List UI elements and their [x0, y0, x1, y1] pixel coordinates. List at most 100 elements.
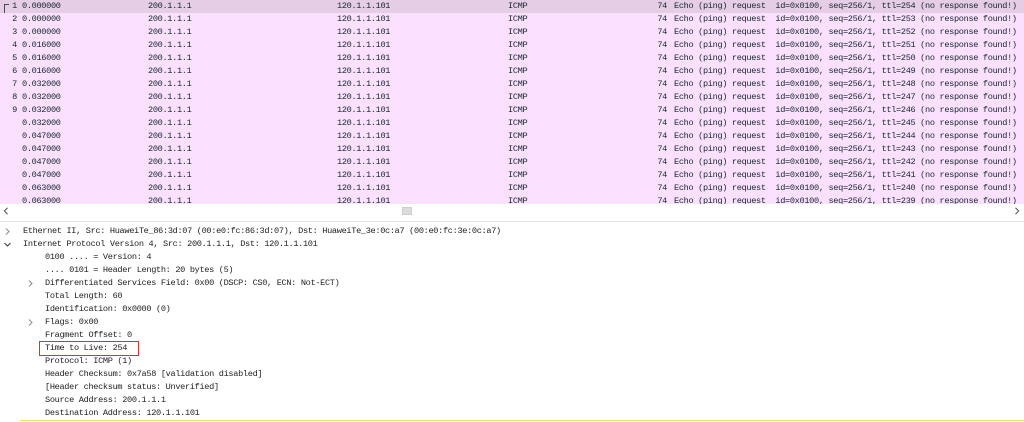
- detail-label: Internet Protocol Version 4, Src: 200.1.…: [23, 239, 318, 249]
- detail-label: Ethernet II, Src: HuaweiTe_86:3d:07 (00:…: [23, 226, 501, 236]
- packet-row[interactable]: 7 0.032000 200.1.1.1 120.1.1.101 ICMP 74…: [0, 78, 1024, 91]
- packet-row[interactable]: 8 0.032000 200.1.1.1 120.1.1.101 ICMP 74…: [0, 91, 1024, 104]
- packet-row[interactable]: 4 0.016000 200.1.1.1 120.1.1.101 ICMP 74…: [0, 39, 1024, 52]
- packet-protocol: ICMP: [508, 157, 528, 167]
- detail-item-destination-address[interactable]: Destination Address: 120.1.1.101: [0, 407, 1024, 420]
- chevron-right-icon[interactable]: [26, 279, 35, 288]
- packet-length: 74: [657, 27, 667, 37]
- packet-row[interactable]: 0.047000 200.1.1.1 120.1.1.101 ICMP 74 E…: [0, 156, 1024, 169]
- pane-splitter[interactable]: [0, 221, 1024, 222]
- packet-info: Echo (ping) request id=0x0100, seq=256/1…: [674, 40, 1017, 50]
- packet-time: 0.000000: [22, 1, 61, 11]
- packet-protocol: ICMP: [508, 144, 528, 154]
- packet-number: 1: [12, 1, 17, 11]
- packet-row[interactable]: 5 0.016000 200.1.1.1 120.1.1.101 ICMP 74…: [0, 52, 1024, 65]
- packet-destination: 120.1.1.101: [337, 131, 391, 141]
- scrollbar-thumb[interactable]: [402, 207, 412, 215]
- detail-item-dsfield[interactable]: Differentiated Services Field: 0x00 (DSC…: [0, 277, 1024, 290]
- detail-item-protocol[interactable]: Protocol: ICMP (1): [0, 355, 1024, 368]
- chevron-right-icon[interactable]: [3, 227, 12, 236]
- packet-details[interactable]: Ethernet II, Src: HuaweiTe_86:3d:07 (00:…: [0, 225, 1024, 420]
- detail-item-total-length[interactable]: Total Length: 60: [0, 290, 1024, 303]
- packet-info: Echo (ping) request id=0x0100, seq=256/1…: [674, 66, 1017, 76]
- packet-row[interactable]: 3 0.000000 200.1.1.1 120.1.1.101 ICMP 74…: [0, 26, 1024, 39]
- packet-info: Echo (ping) request id=0x0100, seq=256/1…: [674, 118, 1017, 128]
- packet-source: 200.1.1.1: [148, 118, 192, 128]
- packet-row[interactable]: 0.047000 200.1.1.1 120.1.1.101 ICMP 74 E…: [0, 169, 1024, 182]
- detail-label: Differentiated Services Field: 0x00 (DSC…: [45, 278, 340, 288]
- packet-row[interactable]: 9 0.032000 200.1.1.1 120.1.1.101 ICMP 74…: [0, 104, 1024, 117]
- detail-item-version[interactable]: 0100 .... = Version: 4: [0, 251, 1024, 264]
- detail-item-checksum-status[interactable]: [Header checksum status: Unverified]: [0, 381, 1024, 394]
- packet-source: 200.1.1.1: [148, 14, 192, 24]
- packet-time: 0.016000: [22, 40, 61, 50]
- packet-length: 74: [657, 183, 667, 193]
- packet-number: 9: [12, 105, 17, 115]
- packet-protocol: ICMP: [508, 92, 528, 102]
- packet-length: 74: [657, 157, 667, 167]
- packet-row[interactable]: 0.047000 200.1.1.1 120.1.1.101 ICMP 74 E…: [0, 143, 1024, 156]
- packet-destination: 120.1.1.101: [337, 118, 391, 128]
- packet-destination: 120.1.1.101: [337, 79, 391, 89]
- packet-destination: 120.1.1.101: [337, 40, 391, 50]
- packet-destination: 120.1.1.101: [337, 92, 391, 102]
- detail-item-header-checksum[interactable]: Header Checksum: 0x7a58 [validation disa…: [0, 368, 1024, 381]
- packet-destination: 120.1.1.101: [337, 105, 391, 115]
- packet-protocol: ICMP: [508, 66, 528, 76]
- packet-length: 74: [657, 1, 667, 11]
- packet-time: 0.047000: [22, 144, 61, 154]
- packet-source: 200.1.1.1: [148, 1, 192, 11]
- chevron-down-icon[interactable]: [3, 240, 12, 249]
- packet-row[interactable]: 1 0.000000 200.1.1.1 120.1.1.101 ICMP 74…: [0, 0, 1024, 13]
- packet-row[interactable]: 0.063000 200.1.1.1 120.1.1.101 ICMP 74 E…: [0, 195, 1024, 204]
- chevron-right-icon[interactable]: [1013, 207, 1021, 215]
- packet-row[interactable]: 0.063000 200.1.1.1 120.1.1.101 ICMP 74 E…: [0, 182, 1024, 195]
- packet-protocol: ICMP: [508, 27, 528, 37]
- detail-label: Total Length: 60: [45, 291, 123, 301]
- packet-row[interactable]: 0.032000 200.1.1.1 120.1.1.101 ICMP 74 E…: [0, 117, 1024, 130]
- detail-item-ttl[interactable]: Time to Live: 254: [0, 341, 1024, 356]
- packet-destination: 120.1.1.101: [337, 196, 391, 204]
- detail-item-fragment-offset[interactable]: Fragment Offset: 0: [0, 329, 1024, 342]
- packet-list[interactable]: 1 0.000000 200.1.1.1 120.1.1.101 ICMP 74…: [0, 0, 1024, 204]
- packet-protocol: ICMP: [508, 14, 528, 24]
- detail-item-header-length[interactable]: .... 0101 = Header Length: 20 bytes (5): [0, 264, 1024, 277]
- detail-item-identification[interactable]: Identification: 0x0000 (0): [0, 303, 1024, 316]
- packet-row[interactable]: 6 0.016000 200.1.1.1 120.1.1.101 ICMP 74…: [0, 65, 1024, 78]
- chevron-left-icon[interactable]: [2, 207, 10, 215]
- detail-label: Source Address: 200.1.1.1: [45, 395, 166, 405]
- packet-row[interactable]: 0.047000 200.1.1.1 120.1.1.101 ICMP 74 E…: [0, 130, 1024, 143]
- packet-time: 0.063000: [22, 183, 61, 193]
- detail-item-ethernet[interactable]: Ethernet II, Src: HuaweiTe_86:3d:07 (00:…: [0, 225, 1024, 238]
- horizontal-scrollbar[interactable]: [0, 204, 1024, 218]
- packet-destination: 120.1.1.101: [337, 66, 391, 76]
- packet-row[interactable]: 2 0.000000 200.1.1.1 120.1.1.101 ICMP 74…: [0, 13, 1024, 26]
- detail-label: Header Checksum: 0x7a58 [validation disa…: [45, 369, 263, 379]
- packet-number: 7: [12, 79, 17, 89]
- packet-source: 200.1.1.1: [148, 105, 192, 115]
- packet-length: 74: [657, 40, 667, 50]
- packet-info: Echo (ping) request id=0x0100, seq=256/1…: [674, 157, 1017, 167]
- packet-length: 74: [657, 131, 667, 141]
- packet-protocol: ICMP: [508, 118, 528, 128]
- packet-time: 0.016000: [22, 66, 61, 76]
- detail-item-ipv4[interactable]: Internet Protocol Version 4, Src: 200.1.…: [0, 238, 1024, 251]
- packet-info: Echo (ping) request id=0x0100, seq=256/1…: [674, 14, 1017, 24]
- packet-time: 0.032000: [22, 79, 61, 89]
- packet-info: Echo (ping) request id=0x0100, seq=256/1…: [674, 1, 1017, 11]
- detail-item-source-address[interactable]: Source Address: 200.1.1.1: [0, 394, 1024, 407]
- packet-destination: 120.1.1.101: [337, 14, 391, 24]
- chevron-right-icon[interactable]: [26, 318, 35, 327]
- packet-info: Echo (ping) request id=0x0100, seq=256/1…: [674, 92, 1017, 102]
- packet-destination: 120.1.1.101: [337, 144, 391, 154]
- packet-protocol: ICMP: [508, 131, 528, 141]
- packet-destination: 120.1.1.101: [337, 157, 391, 167]
- packet-protocol: ICMP: [508, 183, 528, 193]
- detail-item-flags[interactable]: Flags: 0x00: [0, 316, 1024, 329]
- detail-label: Protocol: ICMP (1): [45, 356, 132, 366]
- packet-protocol: ICMP: [508, 105, 528, 115]
- packet-source: 200.1.1.1: [148, 170, 192, 180]
- packet-protocol: ICMP: [508, 170, 528, 180]
- packet-length: 74: [657, 118, 667, 128]
- packet-length: 74: [657, 79, 667, 89]
